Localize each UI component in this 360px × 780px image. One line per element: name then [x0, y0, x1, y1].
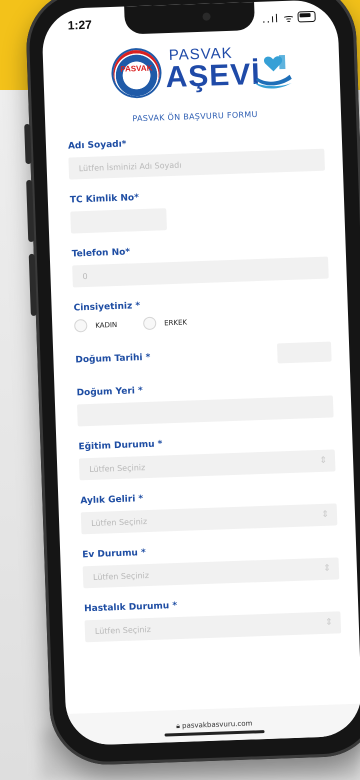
housing-label: Ev Durumu * [82, 548, 146, 561]
birth-date-row: Doğum Tarihi * [75, 341, 332, 371]
birth-date-input[interactable] [276, 341, 332, 364]
notch [124, 1, 256, 35]
birth-place-input[interactable] [77, 395, 334, 427]
phone-label: Telefon No* [71, 247, 131, 260]
logo-seal-text: PASVAK [120, 63, 153, 74]
logo-main-text: AŞEVİ [165, 57, 262, 95]
name-label: Adı Soyadı* [67, 139, 127, 152]
birth-place-label: Doğum Yeri * [76, 386, 143, 399]
name-input[interactable]: Lütfen İsminizi Adı Soyadı [68, 148, 325, 180]
chevron-updown-icon: ⇕ [323, 563, 332, 574]
education-selected: Lütfen Seçiniz [89, 462, 146, 474]
status-icons: ..ıl ᯤ [262, 10, 316, 27]
housing-select[interactable]: Lütfen Seçiniz ⇕ [82, 557, 340, 589]
logo-seal-icon: PASVAK [112, 49, 161, 97]
chevron-updown-icon: ⇕ [319, 455, 328, 466]
tc-label: TC Kimlik No* [69, 193, 140, 206]
gender-option-female[interactable]: KADIN [74, 318, 118, 333]
gender-option-label: KADIN [95, 320, 118, 330]
gender-option-male[interactable]: ERKEK [142, 316, 188, 331]
health-select[interactable]: Lütfen Seçiniz ⇕ [84, 611, 342, 643]
gender-option-label: ERKEK [164, 318, 188, 327]
gender-radio-group: KADIN ERKEK [74, 311, 330, 333]
battery-icon [297, 10, 316, 23]
birth-date-label: Doğum Tarihi * [75, 352, 151, 366]
form-title: PASVAK ÖN BAŞVURU FORMU [132, 109, 258, 124]
status-time: 1:27 [67, 17, 93, 33]
income-selected: Lütfen Seçiniz [90, 516, 148, 528]
chevron-updown-icon: ⇕ [321, 509, 330, 520]
chevron-updown-icon: ⇕ [325, 617, 333, 628]
phone-input[interactable]: 0 [72, 256, 329, 288]
radio-circle-icon[interactable] [74, 319, 88, 333]
income-select[interactable]: Lütfen Seçiniz ⇕ [80, 503, 338, 535]
phone-screen: 1:27 ..ıl ᯤ PASVAK PASVAK AŞEVİ PASVAK Ö… [41, 0, 360, 746]
phone-mockup: 1:27 ..ıl ᯤ PASVAK PASVAK AŞEVİ PASVAK Ö… [24, 0, 360, 767]
education-label: Eğitim Durumu * [78, 439, 163, 453]
education-select[interactable]: Lütfen Seçiniz ⇕ [78, 449, 336, 481]
logo: PASVAK PASVAK AŞEVİ [65, 38, 323, 111]
radio-circle-icon[interactable] [142, 316, 157, 331]
tc-input[interactable] [70, 208, 167, 234]
url-text: pasvakbasvuru.com [181, 719, 253, 730]
signal-wifi-icon: ..ıl ᯤ [261, 11, 295, 26]
gender-label: Cinsiyetiniz * [73, 301, 141, 314]
camera-icon [202, 12, 211, 21]
health-label: Hastalık Durumu * [83, 601, 178, 615]
income-label: Aylık Geliri * [80, 494, 144, 507]
form-page: PASVAK PASVAK AŞEVİ PASVAK ÖN BAŞVURU FO… [42, 33, 360, 714]
heart-hand-icon [253, 54, 292, 89]
housing-selected: Lütfen Seçiniz [92, 570, 150, 582]
health-selected: Lütfen Seçiniz [94, 624, 152, 636]
